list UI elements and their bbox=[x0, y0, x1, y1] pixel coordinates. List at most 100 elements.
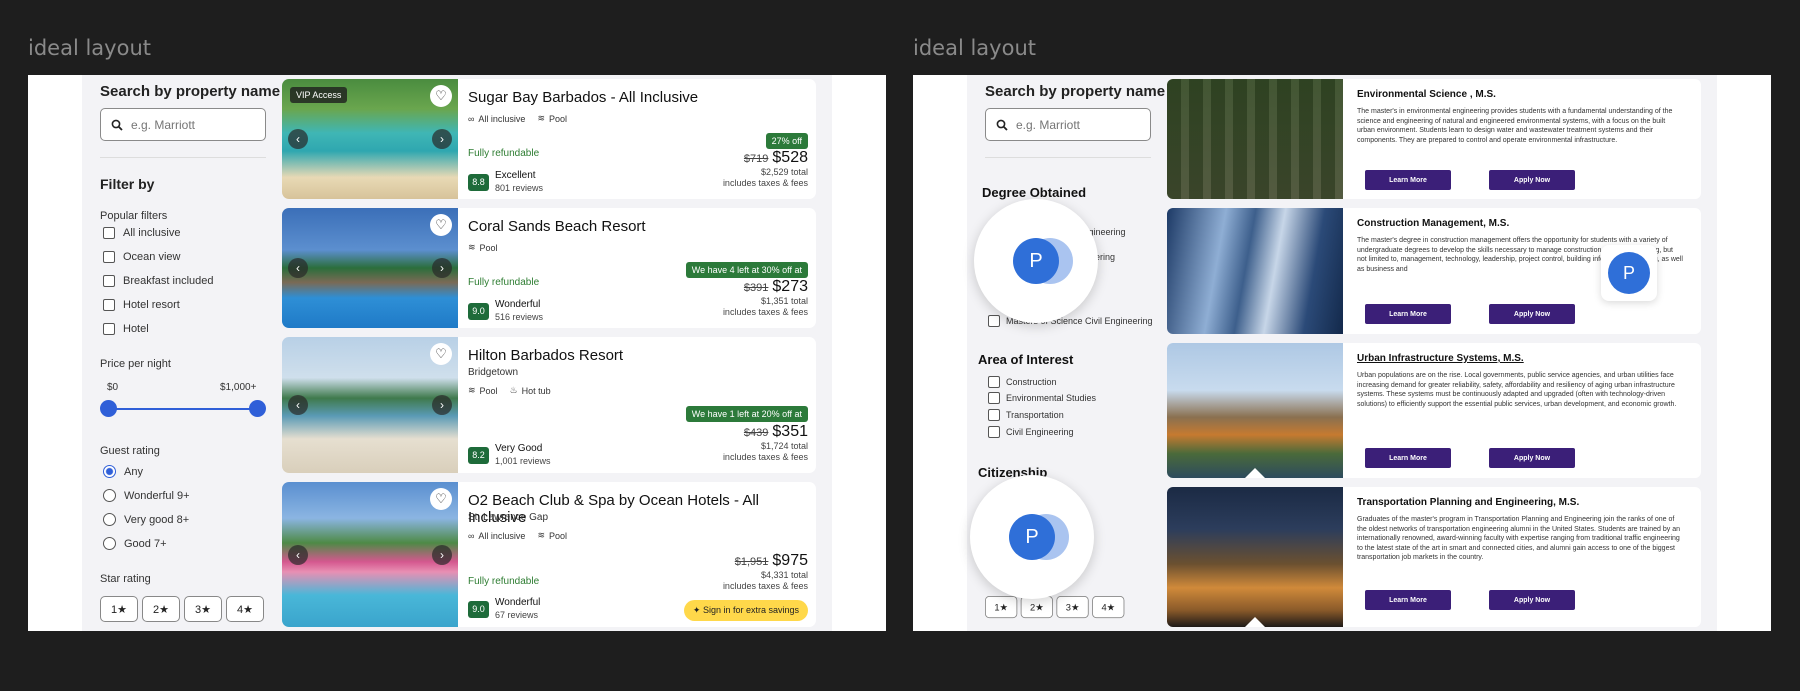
price-block: $1,951 $975 $4,331 total includes taxes &… bbox=[723, 552, 808, 592]
price-slider-track[interactable] bbox=[107, 408, 257, 410]
learn-more-button[interactable]: Learn More bbox=[1365, 590, 1451, 610]
star-3-button[interactable]: 3★ bbox=[1056, 596, 1089, 619]
hotel-name[interactable]: Hilton Barbados Resort bbox=[468, 347, 623, 364]
program-title[interactable]: Transportation Planning and Engineering,… bbox=[1357, 497, 1579, 508]
amenity-label: Pool bbox=[549, 113, 568, 124]
checkbox[interactable] bbox=[988, 376, 1000, 388]
review-count: 516 reviews bbox=[495, 312, 544, 322]
program-title[interactable]: Urban Infrastructure Systems, M.S. bbox=[1357, 353, 1524, 364]
apply-now-button[interactable]: Apply Now bbox=[1489, 448, 1575, 468]
chevron-right-icon[interactable]: › bbox=[432, 258, 452, 278]
heart-icon[interactable]: ♡ bbox=[430, 488, 452, 510]
checkbox[interactable] bbox=[103, 323, 115, 335]
chevron-right-icon[interactable]: › bbox=[432, 544, 452, 565]
radio[interactable] bbox=[103, 537, 116, 550]
hotel-card[interactable]: VIP Access ♡ ‹ › Sugar Bay Barbados - Al… bbox=[282, 79, 816, 199]
star-4-button[interactable]: 4★ bbox=[1092, 596, 1125, 619]
interest-civil[interactable]: Civil Engineering bbox=[988, 426, 1074, 438]
star-1-button[interactable]: 1★ bbox=[100, 596, 138, 622]
program-photo[interactable] bbox=[1167, 79, 1343, 199]
heart-icon[interactable]: ♡ bbox=[430, 85, 452, 107]
program-photo[interactable] bbox=[1167, 208, 1343, 334]
filter-label: Breakfast included bbox=[123, 275, 214, 287]
interest-environmental[interactable]: Environmental Studies bbox=[988, 392, 1096, 404]
vip-access-badge: VIP Access bbox=[290, 87, 348, 103]
program-title[interactable]: Environmental Science , M.S. bbox=[1357, 89, 1496, 100]
sign-in-savings-button[interactable]: ✦ Sign in for extra savings bbox=[683, 600, 808, 621]
avatar[interactable]: P bbox=[1013, 238, 1073, 284]
interest-construction[interactable]: Construction bbox=[988, 376, 1057, 388]
star-2-button[interactable]: 2★ bbox=[1020, 596, 1053, 619]
checkbox[interactable] bbox=[988, 426, 1000, 438]
filter-hotel[interactable]: Hotel bbox=[103, 323, 149, 335]
program-card[interactable]: Transportation Planning and Engineering,… bbox=[1167, 487, 1701, 627]
chevron-left-icon[interactable]: ‹ bbox=[288, 129, 308, 149]
radio[interactable] bbox=[103, 513, 116, 526]
taxes-note: includes taxes & fees bbox=[722, 581, 808, 591]
radio[interactable] bbox=[103, 489, 116, 502]
hotel-card[interactable]: ♡ ‹ › Hilton Barbados Resort Bridgetown … bbox=[282, 337, 816, 473]
heart-icon[interactable]: ♡ bbox=[430, 214, 452, 236]
learn-more-button[interactable]: Learn More bbox=[1365, 448, 1451, 468]
review-count: 801 reviews bbox=[495, 183, 544, 193]
heart-icon[interactable]: ♡ bbox=[430, 343, 452, 365]
rating-score: 8.8 bbox=[468, 173, 489, 191]
learn-more-button[interactable]: Learn More bbox=[1365, 304, 1451, 324]
hotel-photo[interactable]: ♡ ‹ › bbox=[282, 482, 458, 627]
checkbox[interactable] bbox=[103, 251, 115, 263]
chevron-right-icon[interactable]: › bbox=[432, 129, 452, 149]
filter-label: Hotel resort bbox=[123, 299, 180, 311]
radio[interactable] bbox=[103, 465, 116, 478]
program-title[interactable]: Construction Management, M.S. bbox=[1357, 218, 1509, 229]
checkbox[interactable] bbox=[103, 299, 115, 311]
avatar-badge[interactable]: P bbox=[1601, 245, 1657, 301]
learn-more-button[interactable]: Learn More bbox=[1365, 170, 1451, 190]
checkbox[interactable] bbox=[988, 315, 1000, 327]
rating-any[interactable]: Any bbox=[103, 465, 143, 478]
apply-now-button[interactable]: Apply Now bbox=[1489, 590, 1575, 610]
property-search-input[interactable] bbox=[1016, 117, 1136, 132]
rating-very-good[interactable]: Very good 8+ bbox=[103, 513, 189, 526]
star-2-button[interactable]: 2★ bbox=[142, 596, 180, 622]
filter-hotel-resort[interactable]: Hotel resort bbox=[103, 299, 180, 311]
all-inclusive-icon: ∞ bbox=[468, 113, 475, 124]
checkbox[interactable] bbox=[103, 227, 115, 239]
filter-breakfast[interactable]: Breakfast included bbox=[103, 275, 214, 287]
hotel-card[interactable]: ♡ ‹ › O2 Beach Club & Spa by Ocean Hotel… bbox=[282, 482, 816, 627]
property-search-input[interactable] bbox=[131, 117, 251, 132]
chevron-right-icon[interactable]: › bbox=[432, 395, 452, 415]
interest-transportation[interactable]: Transportation bbox=[988, 409, 1064, 421]
interest-label: Civil Engineering bbox=[1006, 427, 1074, 437]
filter-ocean-view[interactable]: Ocean view bbox=[103, 251, 180, 263]
hotel-photo[interactable]: ♡ ‹ › bbox=[282, 208, 458, 328]
search-box[interactable] bbox=[100, 108, 266, 141]
apply-now-button[interactable]: Apply Now bbox=[1489, 170, 1575, 190]
star-3-button[interactable]: 3★ bbox=[184, 596, 222, 622]
hotel-card[interactable]: ♡ ‹ › Coral Sands Beach Resort ≋ Pool Ful… bbox=[282, 208, 816, 328]
hotel-name[interactable]: Coral Sands Beach Resort bbox=[468, 218, 646, 235]
filter-all-inclusive[interactable]: All inclusive bbox=[103, 227, 180, 239]
rating-good[interactable]: Good 7+ bbox=[103, 537, 167, 550]
price-slider-max-handle[interactable] bbox=[249, 400, 266, 417]
hotel-photo[interactable]: ♡ ‹ › bbox=[282, 337, 458, 473]
program-photo[interactable] bbox=[1167, 343, 1343, 478]
chevron-left-icon[interactable]: ‹ bbox=[288, 544, 308, 565]
search-box[interactable] bbox=[985, 108, 1151, 141]
old-price: $391 bbox=[743, 282, 769, 294]
star-4-button[interactable]: 4★ bbox=[226, 596, 264, 622]
checkbox[interactable] bbox=[103, 275, 115, 287]
program-card[interactable]: Environmental Science , M.S. The master'… bbox=[1167, 79, 1701, 199]
hotel-name[interactable]: Sugar Bay Barbados - All Inclusive bbox=[468, 89, 698, 106]
hotel-photo[interactable]: VIP Access ♡ ‹ › bbox=[282, 79, 458, 199]
program-card[interactable]: Urban Infrastructure Systems, M.S. Urban… bbox=[1167, 343, 1701, 478]
program-photo[interactable] bbox=[1167, 487, 1343, 627]
price-slider-min-handle[interactable] bbox=[100, 400, 117, 417]
star-1-button[interactable]: 1★ bbox=[985, 596, 1018, 619]
checkbox[interactable] bbox=[988, 392, 1000, 404]
checkbox[interactable] bbox=[988, 409, 1000, 421]
apply-now-button[interactable]: Apply Now bbox=[1489, 304, 1575, 324]
rating-wonderful[interactable]: Wonderful 9+ bbox=[103, 489, 190, 502]
chevron-left-icon[interactable]: ‹ bbox=[288, 395, 308, 415]
chevron-left-icon[interactable]: ‹ bbox=[288, 258, 308, 278]
avatar[interactable]: P bbox=[1009, 514, 1069, 560]
